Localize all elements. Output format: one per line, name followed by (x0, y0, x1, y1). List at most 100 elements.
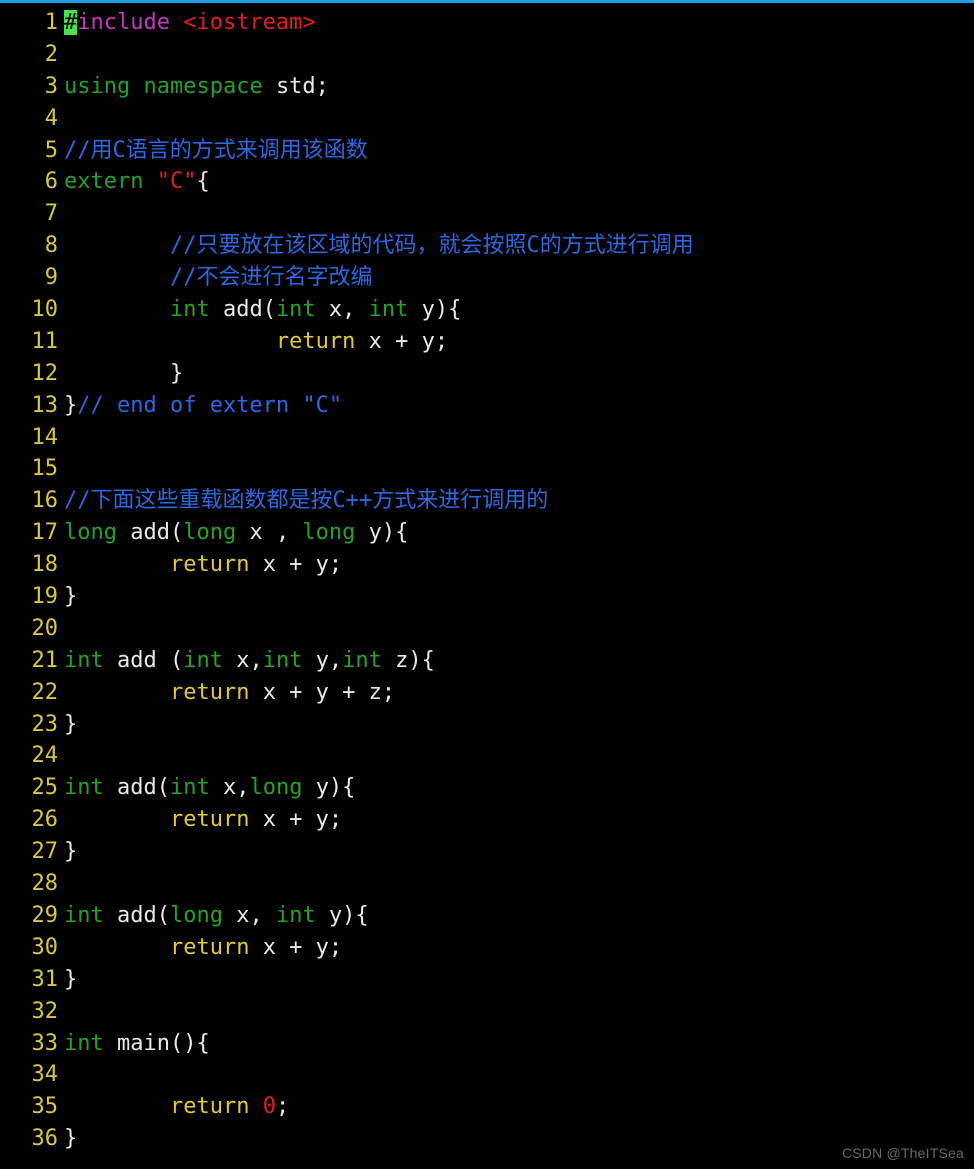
line-number: 25 (0, 772, 64, 804)
code-line[interactable]: 15 (0, 453, 974, 485)
code-content[interactable]: } (64, 581, 974, 613)
code-token: return (170, 807, 263, 832)
code-content[interactable]: }// end of extern "C" (64, 390, 974, 422)
code-line[interactable]: 24 (0, 740, 974, 772)
code-content[interactable]: extern "C"{ (64, 166, 974, 198)
code-content[interactable]: int add(int x,long y){ (64, 772, 974, 804)
code-content[interactable]: return x + y; (64, 549, 974, 581)
code-content[interactable]: #include <iostream> (64, 7, 974, 39)
code-line[interactable]: 13}// end of extern "C" (0, 390, 974, 422)
code-content[interactable] (64, 103, 974, 135)
code-line[interactable]: 14 (0, 422, 974, 454)
code-content[interactable] (64, 996, 974, 1028)
code-token: int (64, 648, 117, 673)
code-content[interactable] (64, 422, 974, 454)
code-content[interactable] (64, 1059, 974, 1091)
code-line[interactable]: 21int add (int x,int y,int z){ (0, 645, 974, 677)
line-number: 22 (0, 677, 64, 709)
code-line[interactable]: 35 return 0; (0, 1091, 974, 1123)
code-token: int (64, 903, 117, 928)
code-content[interactable]: //不会进行名字改编 (64, 262, 974, 294)
code-line[interactable]: 10 int add(int x, int y){ (0, 294, 974, 326)
code-content[interactable]: return x + y; (64, 326, 974, 358)
code-line[interactable]: 27} (0, 836, 974, 868)
code-line[interactable]: 25int add(int x,long y){ (0, 772, 974, 804)
code-token: x + y; (369, 329, 448, 354)
code-token: x, (236, 648, 263, 673)
line-number: 13 (0, 390, 64, 422)
code-token: //只要放在该区域的代码，就会按照C的方式进行调用 (170, 233, 694, 258)
code-content[interactable]: int add (int x,int y,int z){ (64, 645, 974, 677)
code-content[interactable]: return x + y + z; (64, 677, 974, 709)
code-line[interactable]: 3using namespace std; (0, 71, 974, 103)
code-content[interactable]: } (64, 709, 974, 741)
code-content[interactable] (64, 868, 974, 900)
line-number: 17 (0, 517, 64, 549)
code-line[interactable]: 7 (0, 198, 974, 230)
code-content[interactable] (64, 740, 974, 772)
code-token (64, 1094, 170, 1119)
code-token: 0 (263, 1094, 276, 1119)
code-line[interactable]: 18 return x + y; (0, 549, 974, 581)
code-token: } (64, 393, 77, 418)
code-token: // end of extern "C" (77, 393, 342, 418)
code-line[interactable]: 28 (0, 868, 974, 900)
code-line[interactable]: 19} (0, 581, 974, 613)
code-token: //用C语言的方式来调用该函数 (64, 138, 368, 163)
code-token: <iostream> (183, 10, 315, 35)
line-number: 1 (0, 7, 64, 39)
code-line[interactable]: 8 //只要放在该区域的代码，就会按照C的方式进行调用 (0, 230, 974, 262)
code-line[interactable]: 1#include <iostream> (0, 7, 974, 39)
line-number: 10 (0, 294, 64, 326)
code-content[interactable]: } (64, 964, 974, 996)
code-content[interactable]: int main(){ (64, 1028, 974, 1060)
code-line[interactable]: 31} (0, 964, 974, 996)
code-line[interactable]: 4 (0, 103, 974, 135)
code-content[interactable] (64, 453, 974, 485)
code-line[interactable]: 22 return x + y + z; (0, 677, 974, 709)
code-content[interactable]: return 0; (64, 1091, 974, 1123)
code-content[interactable] (64, 613, 974, 645)
code-content[interactable] (64, 39, 974, 71)
code-line[interactable]: 26 return x + y; (0, 804, 974, 836)
code-line[interactable]: 30 return x + y; (0, 932, 974, 964)
code-content[interactable]: } (64, 358, 974, 390)
code-line[interactable]: 29int add(long x, int y){ (0, 900, 974, 932)
code-token: return (170, 680, 263, 705)
code-line[interactable]: 34 (0, 1059, 974, 1091)
code-editor[interactable]: 1#include <iostream>23using namespace st… (0, 3, 974, 1155)
code-line[interactable]: 5//用C语言的方式来调用该函数 (0, 135, 974, 167)
code-line[interactable]: 2 (0, 39, 974, 71)
code-line[interactable]: 36} (0, 1123, 974, 1155)
code-line[interactable]: 32 (0, 996, 974, 1028)
line-number: 11 (0, 326, 64, 358)
code-line[interactable]: 6extern "C"{ (0, 166, 974, 198)
code-line[interactable]: 20 (0, 613, 974, 645)
code-token (64, 297, 170, 322)
code-content[interactable]: int add(int x, int y){ (64, 294, 974, 326)
code-content[interactable]: } (64, 836, 974, 868)
code-token: } (64, 712, 77, 737)
code-content[interactable]: int add(long x, int y){ (64, 900, 974, 932)
code-line[interactable]: 17long add(long x , long y){ (0, 517, 974, 549)
code-line[interactable]: 11 return x + y; (0, 326, 974, 358)
code-content[interactable]: using namespace std; (64, 71, 974, 103)
code-content[interactable]: //只要放在该区域的代码，就会按照C的方式进行调用 (64, 230, 974, 262)
code-token: long (302, 520, 368, 545)
code-token: } (64, 839, 77, 864)
code-content[interactable]: long add(long x , long y){ (64, 517, 974, 549)
code-line[interactable]: 33int main(){ (0, 1028, 974, 1060)
code-line[interactable]: 9 //不会进行名字改编 (0, 262, 974, 294)
code-content[interactable] (64, 198, 974, 230)
code-content[interactable]: return x + y; (64, 804, 974, 836)
code-content[interactable]: return x + y; (64, 932, 974, 964)
code-line[interactable]: 23} (0, 709, 974, 741)
code-token: main(){ (117, 1031, 210, 1056)
code-content[interactable]: //下面这些重载函数都是按C++方式来进行调用的 (64, 485, 974, 517)
code-token: namespace (143, 74, 275, 99)
code-token (64, 935, 170, 960)
code-line[interactable]: 16//下面这些重载函数都是按C++方式来进行调用的 (0, 485, 974, 517)
code-content[interactable]: //用C语言的方式来调用该函数 (64, 135, 974, 167)
code-line[interactable]: 12 } (0, 358, 974, 390)
code-content[interactable]: } (64, 1123, 974, 1155)
